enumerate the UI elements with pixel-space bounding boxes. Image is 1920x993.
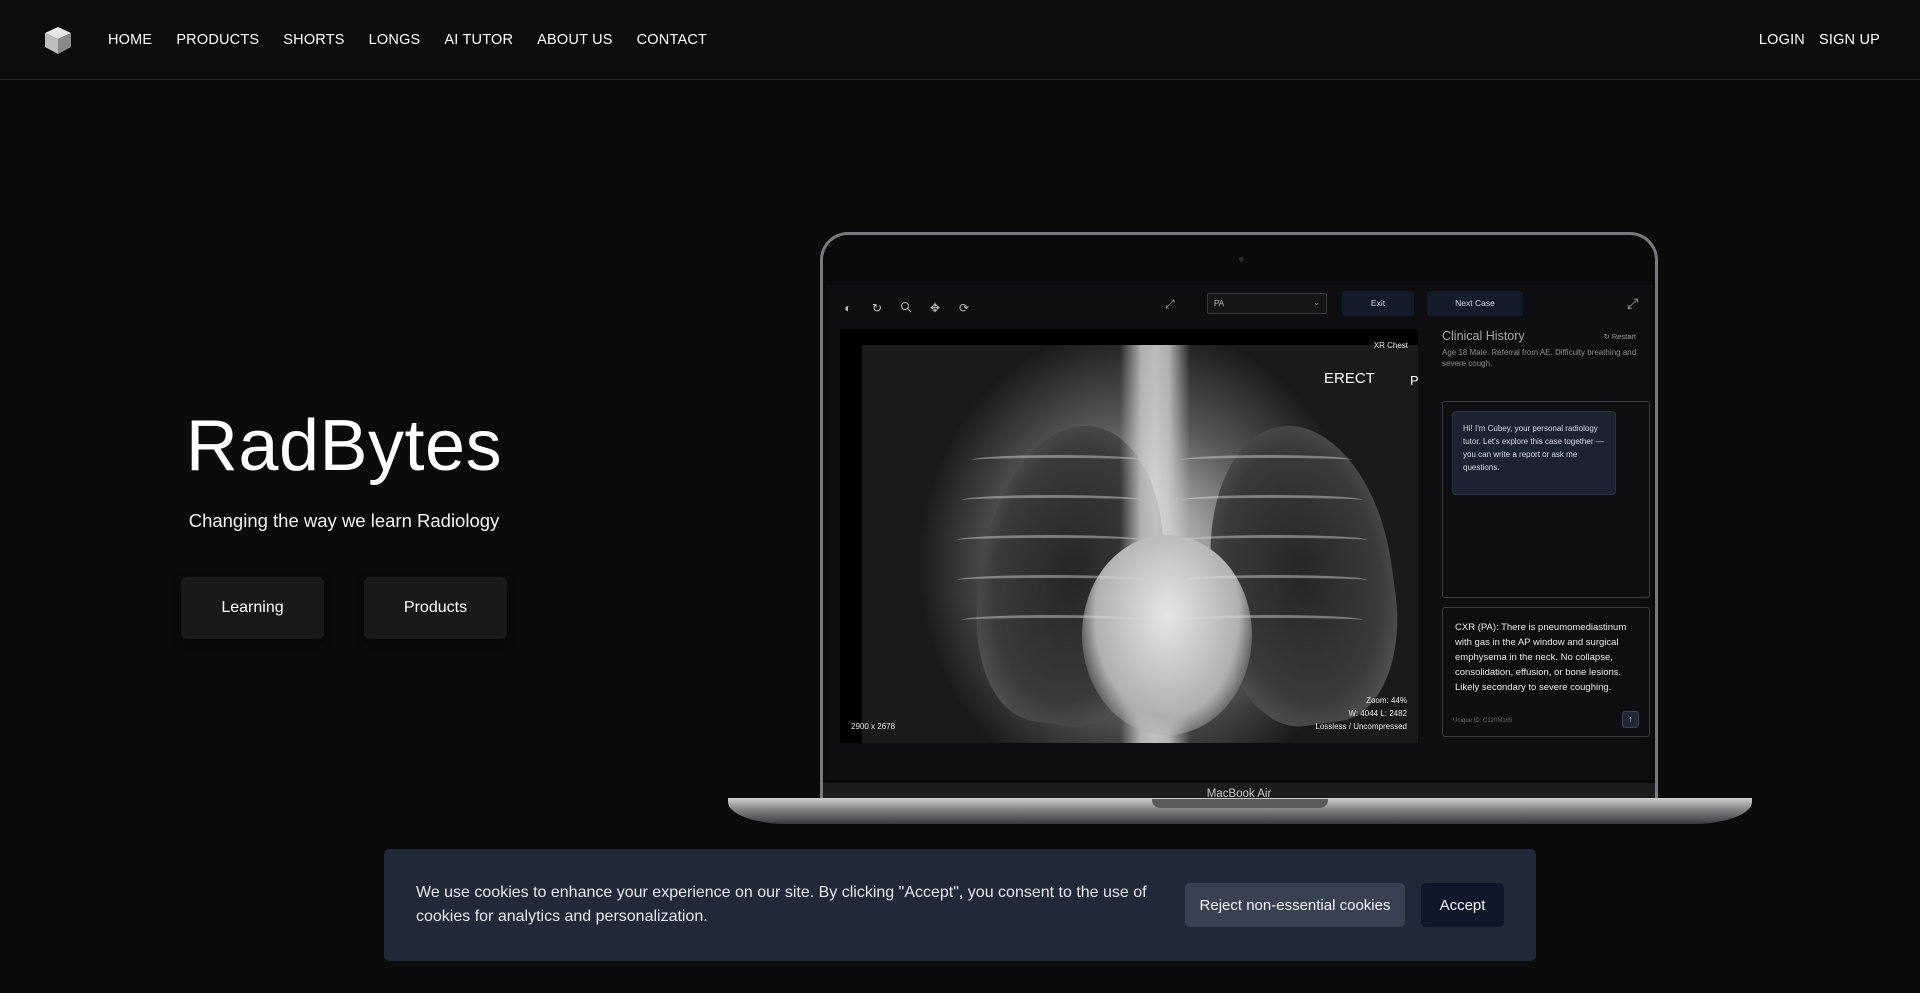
report-text[interactable]: CXR (PA): There is pneumomediastinum wit… (1455, 620, 1635, 695)
restart-icon: ↻ (1603, 332, 1612, 341)
rib (972, 455, 1142, 465)
reject-cookies-button[interactable]: Reject non-essential cookies (1185, 883, 1405, 927)
nav-ai-tutor[interactable]: AI TUTOR (444, 32, 513, 48)
nav-home[interactable]: HOME (108, 32, 152, 48)
chevron-down-icon: ⌄ (1313, 298, 1320, 307)
auth-links: LOGIN SIGN UP (1759, 0, 1880, 80)
rib (1182, 575, 1367, 585)
rib (957, 535, 1142, 545)
view-select[interactable]: PA ⌄ (1207, 293, 1327, 314)
rib (1182, 495, 1362, 505)
rib (1182, 535, 1367, 545)
nav-products[interactable]: PRODUCTS (176, 32, 259, 48)
chest-xray-image (862, 345, 1418, 743)
laptop-mockup: ◐ ↻ ✥ ⟳ ⤢ PA ⌄ Exit Next Case ⤢ XR Chest… (820, 232, 1658, 805)
clinical-history-text: Age 18 Male. Referral from AE. Difficult… (1442, 348, 1637, 368)
viewer-screen: ◐ ↻ ✥ ⟳ ⤢ PA ⌄ Exit Next Case ⤢ XR Chest… (827, 285, 1653, 780)
window-level-readout: W: 4044 L: 2482 (1348, 709, 1407, 718)
zoom-icon[interactable] (899, 301, 913, 315)
signup-link[interactable]: SIGN UP (1819, 32, 1880, 48)
tutor-message: Hi! I'm Cubey, your personal radiology t… (1452, 411, 1616, 495)
send-arrow-icon[interactable]: ↑ (1622, 711, 1639, 728)
restart-button[interactable]: ↻ Restart (1603, 332, 1636, 341)
image-dimensions: 2900 x 2678 (851, 722, 896, 731)
clinical-history-title: Clinical History (1442, 329, 1525, 343)
pan-icon[interactable]: ✥ (928, 301, 942, 315)
chat-window: Hi! I'm Cubey, your personal radiology t… (1442, 401, 1650, 598)
rib (1182, 455, 1352, 465)
nav-longs[interactable]: LONGS (369, 32, 421, 48)
exit-button[interactable]: Exit (1342, 291, 1414, 316)
contrast-icon[interactable]: ◐ (841, 301, 855, 315)
view-select-value: PA (1214, 299, 1225, 308)
rib (1182, 615, 1362, 625)
cube-icon[interactable] (42, 24, 74, 56)
learning-button[interactable]: Learning (181, 577, 324, 639)
case-panel: Clinical History ↻ Restart Age 18 Male. … (1426, 321, 1650, 780)
xray-viewport[interactable]: XR Chest ERECT P 2900 x 2678 Zoom: 44% W… (840, 329, 1418, 743)
navbar: HOME PRODUCTS SHORTS LONGS AI TUTOR ABOU… (0, 0, 1920, 80)
rib (962, 615, 1142, 625)
compression-readout: Lossless / Uncompressed (1315, 722, 1407, 731)
login-link[interactable]: LOGIN (1759, 32, 1805, 48)
cookie-text: We use cookies to enhance your experienc… (416, 884, 1147, 925)
side-marker: P (1410, 373, 1418, 388)
restart-label: Restart (1611, 332, 1636, 341)
rib (962, 495, 1142, 505)
image-label: XR Chest (1373, 341, 1408, 350)
unique-id: Unique ID: C120M165 (1453, 718, 1513, 724)
heart-shadow (1082, 535, 1252, 735)
nav-contact[interactable]: CONTACT (637, 32, 707, 48)
erect-marker: ERECT (1324, 370, 1375, 387)
laptop-notch (1152, 799, 1328, 808)
products-button[interactable]: Products (364, 577, 507, 639)
rotate-icon[interactable]: ↻ (870, 301, 884, 315)
hero-title: RadBytes (185, 406, 503, 486)
camera-dot (1239, 257, 1244, 262)
nav-about-us[interactable]: ABOUT US (537, 32, 612, 48)
rib (957, 575, 1142, 585)
report-input[interactable]: CXR (PA): There is pneumomediastinum wit… (1442, 607, 1650, 737)
fullscreen-icon[interactable]: ⤢ (1165, 297, 1175, 312)
expand-icon[interactable]: ⤢ (1627, 295, 1638, 312)
accept-cookies-button[interactable]: Accept (1421, 883, 1504, 927)
main-nav: HOME PRODUCTS SHORTS LONGS AI TUTOR ABOU… (108, 0, 707, 80)
zoom-readout: Zoom: 44% (1366, 696, 1407, 705)
reset-icon[interactable]: ⟳ (957, 301, 971, 315)
next-case-button[interactable]: Next Case (1427, 291, 1523, 316)
cookie-banner: We use cookies to enhance your experienc… (384, 849, 1536, 961)
hero-subtitle: Changing the way we learn Radiology (188, 510, 500, 531)
nav-shorts[interactable]: SHORTS (283, 32, 344, 48)
